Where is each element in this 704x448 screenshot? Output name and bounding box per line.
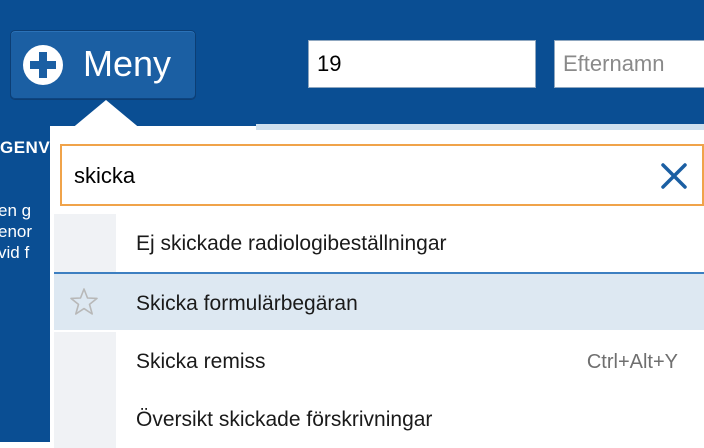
patient-id-input[interactable] [308, 40, 536, 88]
lastname-input[interactable] [554, 40, 704, 88]
list-item-label: Översikt skickade förskrivningar [136, 408, 433, 431]
sidebar-text-line: en g [0, 201, 32, 220]
list-item-label: Skicka remiss [136, 350, 266, 373]
list-item[interactable]: Skicka remiss Ctrl+Alt+Y [54, 332, 704, 390]
sidebar-text-line: vid f [0, 243, 30, 262]
list-item-label: Ej skickade radiologibeställningar [136, 232, 447, 255]
plus-circle-icon [23, 45, 63, 85]
close-icon[interactable] [658, 160, 690, 192]
list-item[interactable]: Översikt skickade förskrivningar [54, 390, 704, 448]
row-gutter [54, 214, 116, 272]
menu-button-label: Meny [83, 43, 172, 84]
list-item-shortcut: Ctrl+Alt+Y [586, 351, 678, 373]
sidebar-heading: GENV [0, 138, 50, 157]
menu-search-input[interactable] [72, 154, 646, 198]
menu-search-box [60, 144, 704, 206]
star-outline-icon[interactable] [68, 286, 100, 318]
sidebar-panel: GENV en g enor vid f [0, 126, 50, 442]
search-results-list: Ej skickade radiologibeställningar Skick… [54, 214, 704, 448]
sidebar-text-line: enor [0, 222, 33, 241]
menu-button[interactable]: Meny [10, 30, 196, 100]
dropdown-pointer [70, 100, 142, 130]
row-gutter [54, 390, 116, 448]
list-item-label: Skicka formulärbegäran [136, 292, 358, 315]
row-gutter [54, 332, 116, 390]
list-item-selected[interactable]: Skicka formulärbegäran [54, 272, 704, 330]
list-item[interactable]: Ej skickade radiologibeställningar [54, 214, 704, 272]
